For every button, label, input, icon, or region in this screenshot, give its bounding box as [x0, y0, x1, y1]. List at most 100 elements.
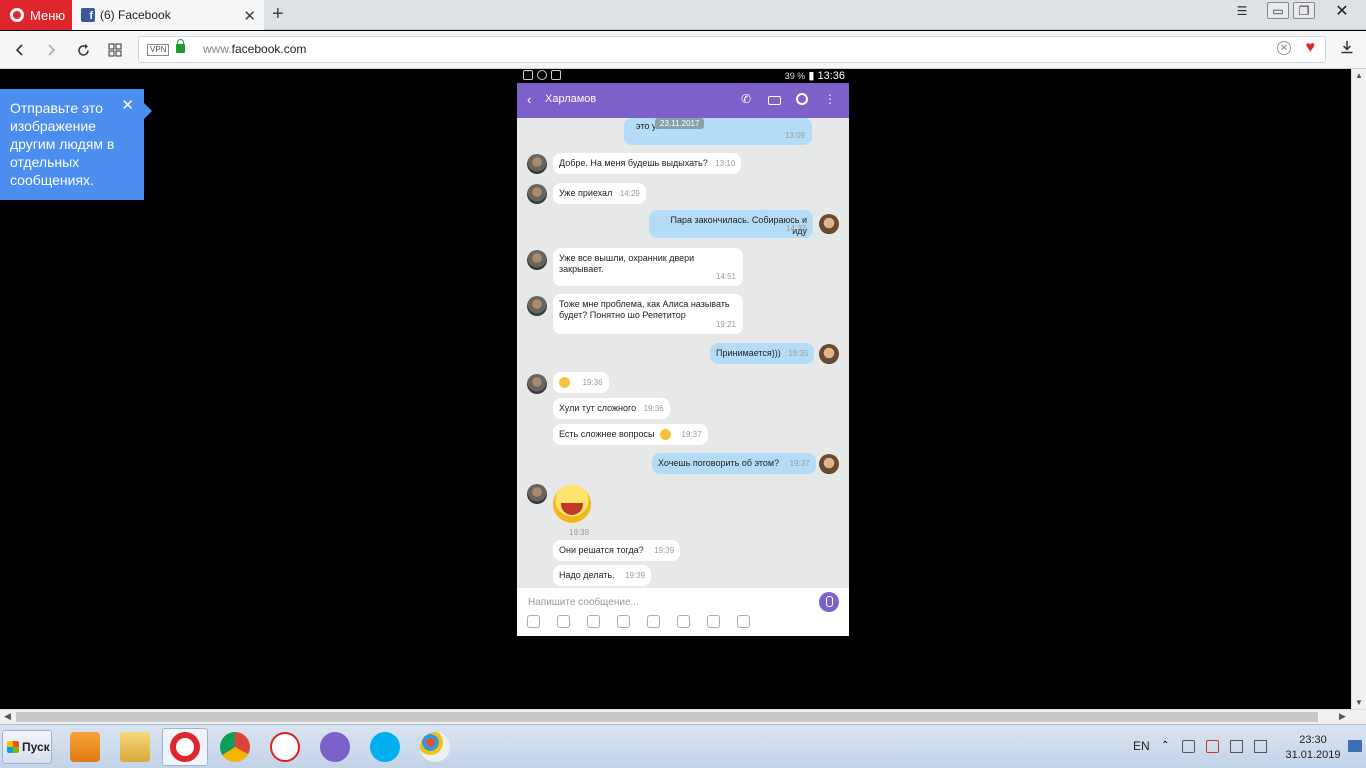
taskbar-opera[interactable] [162, 728, 208, 766]
clock-time: 23:30 [1299, 734, 1327, 746]
message-time: 14:51 [715, 272, 736, 281]
taskbar-paint[interactable] [412, 728, 458, 766]
tab-title: (6) Facebook [100, 8, 171, 22]
close-tab-icon[interactable]: ✕ [243, 7, 256, 25]
minimize-button[interactable]: ▭ [1267, 2, 1289, 19]
phone-status-bar: 39 % ▮ 13:36 [517, 69, 849, 83]
forward-button[interactable] [40, 39, 62, 61]
network-error-icon[interactable] [1206, 740, 1219, 753]
message-bubble: это улыбается 13:09 [624, 118, 812, 145]
viber-status-icon [537, 70, 547, 80]
horizontal-scrollbar[interactable]: ◀ ▶ [0, 709, 1366, 724]
tray-device-icon[interactable] [1182, 740, 1195, 753]
taskbar-media-player[interactable] [62, 728, 108, 766]
tray-expand-icon[interactable]: ⌃ [1161, 740, 1174, 753]
avatar [527, 296, 547, 316]
scroll-up-icon[interactable]: ▲ [1355, 71, 1363, 80]
video-call-icon [767, 92, 781, 106]
url-domain: facebook.com [231, 42, 307, 56]
window-close-button[interactable]: ✕ [1320, 2, 1364, 20]
clock-date: 31.01.2019 [1285, 749, 1341, 761]
reload-button[interactable] [72, 39, 94, 61]
windows-logo-icon [7, 741, 19, 753]
message-time: 13:10 [715, 159, 736, 168]
date-chip: 23.11.2017 [655, 118, 705, 129]
taskbar-chrome[interactable] [212, 728, 258, 766]
tooltip-close-icon[interactable]: ✕ [121, 97, 134, 115]
download-icon[interactable] [1340, 40, 1354, 59]
chat-messages: это улыбается 13:09 23.11.2017 Добре. На… [517, 118, 849, 588]
message-text: Есть сложнее вопросы [559, 429, 655, 439]
laughing-sticker-icon [553, 485, 591, 523]
message-text: Принимается))) [716, 348, 781, 358]
folder-icon [120, 732, 150, 762]
taskbar-viber[interactable] [312, 728, 358, 766]
scroll-left-icon[interactable]: ◀ [4, 711, 11, 722]
phone-call-icon: ✆ [740, 92, 752, 106]
sticker-icon [527, 615, 540, 628]
start-button[interactable]: Пуск [2, 730, 52, 764]
scroll-down-icon[interactable]: ▼ [1355, 698, 1363, 707]
avatar [527, 184, 547, 204]
message-bubble: Тоже мне проблема, как Алиса называть бу… [553, 294, 743, 334]
url-field[interactable]: VPN www.facebook.com ✕ ♥ [138, 36, 1326, 63]
opera-logo-icon [10, 8, 24, 22]
clear-url-icon[interactable]: ✕ [1277, 41, 1291, 55]
avatar [527, 154, 547, 174]
opera-menu-button[interactable]: Меню [0, 0, 72, 30]
show-desktop-icon[interactable] [1348, 740, 1362, 752]
message-bubble: Принимается))) 19:35 [710, 343, 815, 364]
back-arrow-icon [15, 44, 23, 56]
restore-button[interactable]: ❐ [1293, 2, 1315, 19]
gallery-tool-icon [617, 615, 630, 628]
speed-dial-button[interactable] [104, 39, 126, 61]
avatar [527, 250, 547, 270]
close-icon: ✕ [1335, 3, 1349, 20]
message-bubble: Надо делать. 19:39 [553, 565, 652, 586]
signal-icon[interactable] [1254, 740, 1267, 753]
message-bubble: Уже приехал 14:29 [553, 183, 646, 204]
contact-name: Харламов [545, 93, 597, 105]
lock-icon[interactable] [176, 39, 185, 53]
vertical-scrollbar[interactable]: ▲ ▼ [1351, 69, 1366, 709]
chat-header: ‹ Харламов ✆ ⋮ [517, 83, 849, 118]
message-bubble: Есть сложнее вопросы 19:37 [553, 424, 708, 446]
url-text[interactable]: www.facebook.com [203, 42, 306, 56]
heart-bookmark-icon[interactable]: ♥ [1306, 39, 1316, 57]
media-player-icon [70, 732, 100, 762]
message-time: 14:29 [619, 189, 640, 198]
screenshot-image: 39 % ▮ 13:36 ‹ Харламов ✆ ⋮ это улыбаетс… [517, 69, 849, 636]
scroll-right-icon[interactable]: ▶ [1339, 711, 1346, 722]
opera-icon [170, 732, 200, 762]
composer-placeholder: Напишите сообщение... [528, 597, 639, 608]
share-tooltip-text: Отправьте это изображение другим людям в… [10, 100, 115, 188]
message-time: 19:37 [789, 459, 810, 468]
clock[interactable]: 23:30 31.01.2019 [1283, 733, 1343, 763]
battery-percent: 39 % [784, 71, 806, 81]
emoji-icon [559, 377, 570, 389]
tabs-menu-icon[interactable]: ☰ [1232, 2, 1252, 20]
new-tab-button[interactable]: + [272, 3, 284, 26]
grid-icon [108, 43, 122, 57]
message-bubble: Хули тут сложного 19:36 [553, 398, 670, 419]
message-text: Хочешь поговорить об этом? [658, 458, 780, 468]
avatar [819, 454, 839, 474]
taskbar-skype[interactable] [362, 728, 408, 766]
tab-facebook[interactable]: f (6) Facebook ✕ [72, 0, 264, 30]
back-chevron-icon: ‹ [527, 92, 532, 107]
back-button[interactable] [9, 39, 31, 61]
message-time: 19:37 [681, 430, 702, 439]
avatar [527, 374, 547, 394]
message-time: 19:36 [643, 404, 664, 413]
vpn-badge[interactable]: VPN [147, 44, 170, 56]
message-time: 19:21 [715, 320, 736, 329]
taskbar-yandex[interactable] [262, 728, 308, 766]
restore-icon: ❐ [1298, 3, 1310, 18]
message-text: Надо делать. [559, 570, 615, 580]
language-indicator[interactable]: EN [1133, 739, 1150, 753]
scrollbar-thumb[interactable] [16, 712, 1318, 722]
message-bubble: Добре. На меня будешь выдыхать? 13:10 [553, 153, 742, 174]
message-time: 19:39 [625, 571, 646, 580]
volume-icon[interactable] [1230, 740, 1243, 753]
taskbar-explorer[interactable] [112, 728, 158, 766]
